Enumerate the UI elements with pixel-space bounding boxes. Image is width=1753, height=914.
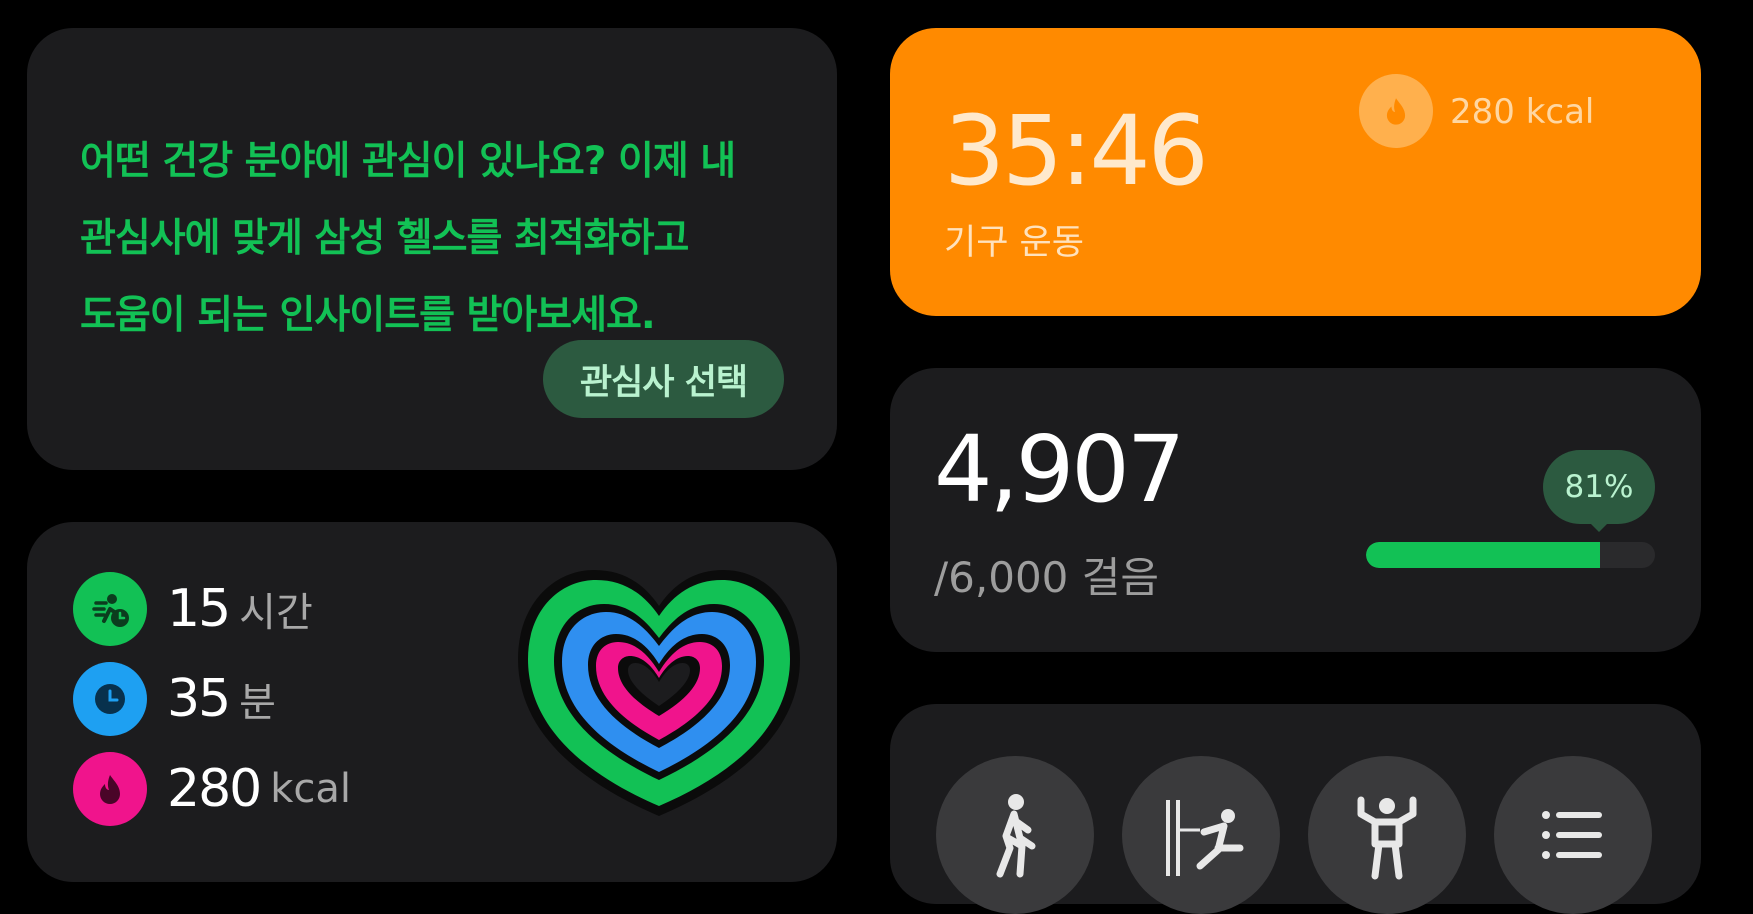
exercise-calories-unit: kcal bbox=[1525, 92, 1595, 132]
exercise-type-label: 기구 운동 bbox=[944, 223, 1084, 263]
calories-row: 280 kcal bbox=[73, 752, 351, 826]
heart-rings-icon bbox=[518, 570, 800, 816]
badge-pointer bbox=[1587, 520, 1611, 532]
equipment-workout-button[interactable] bbox=[1122, 756, 1280, 914]
interest-line: 관심사에 맞게 삼성 헬스를 최적화하고 bbox=[80, 216, 689, 261]
flame-icon bbox=[1359, 74, 1433, 148]
all-workouts-button[interactable] bbox=[1494, 756, 1652, 914]
select-interests-button[interactable]: 관심사 선택 bbox=[543, 340, 784, 418]
activity-minutes-unit: 분 bbox=[239, 680, 276, 726]
calories-unit: kcal bbox=[270, 766, 352, 812]
walking-workout-button[interactable] bbox=[936, 756, 1094, 914]
activity-minutes-value: 35 bbox=[167, 669, 231, 729]
interest-line: 어떤 건강 분야에 관심이 있나요? 이제 내 bbox=[80, 139, 736, 184]
activity-minutes-row: 35 분 bbox=[73, 662, 276, 736]
cable-machine-icon bbox=[1166, 800, 1244, 876]
calories-value: 280 bbox=[167, 759, 262, 819]
strength-icon bbox=[1357, 796, 1417, 880]
activity-summary-card[interactable]: 15 시간 35 분 280 kcal bbox=[27, 522, 837, 882]
active-time-unit: 시간 bbox=[239, 590, 313, 636]
steps-card[interactable]: 4,907 /6,000 걸음 81% bbox=[890, 368, 1701, 652]
steps-percent-badge: 81% bbox=[1543, 450, 1655, 524]
steps-count: 4,907 bbox=[934, 416, 1185, 523]
strength-workout-button[interactable] bbox=[1308, 756, 1466, 914]
workout-shortcuts-card bbox=[890, 704, 1701, 914]
exercise-calories-value: 280 bbox=[1450, 92, 1515, 132]
exercise-duration: 35:46 bbox=[944, 95, 1209, 207]
exercise-session-card[interactable]: 35:46 기구 운동 280 kcal bbox=[890, 28, 1701, 316]
list-icon bbox=[1542, 811, 1602, 859]
interest-card: 어떤 건강 분야에 관심이 있나요? 이제 내 관심사에 맞게 삼성 헬스를 최… bbox=[27, 28, 837, 470]
clock-icon bbox=[73, 662, 147, 736]
active-time-row: 15 시간 bbox=[73, 572, 313, 646]
walking-icon bbox=[996, 794, 1036, 878]
steps-progress-fill bbox=[1366, 542, 1601, 568]
exercise-calories: 280 kcal bbox=[1450, 92, 1594, 132]
active-time-value: 15 bbox=[167, 579, 231, 639]
interest-message: 어떤 건강 분야에 관심이 있나요? 이제 내 관심사에 맞게 삼성 헬스를 최… bbox=[80, 123, 810, 354]
steps-progress-bar bbox=[1366, 542, 1655, 568]
flame-icon bbox=[73, 752, 147, 826]
running-clock-icon bbox=[73, 572, 147, 646]
steps-goal: /6,000 걸음 bbox=[934, 553, 1160, 602]
